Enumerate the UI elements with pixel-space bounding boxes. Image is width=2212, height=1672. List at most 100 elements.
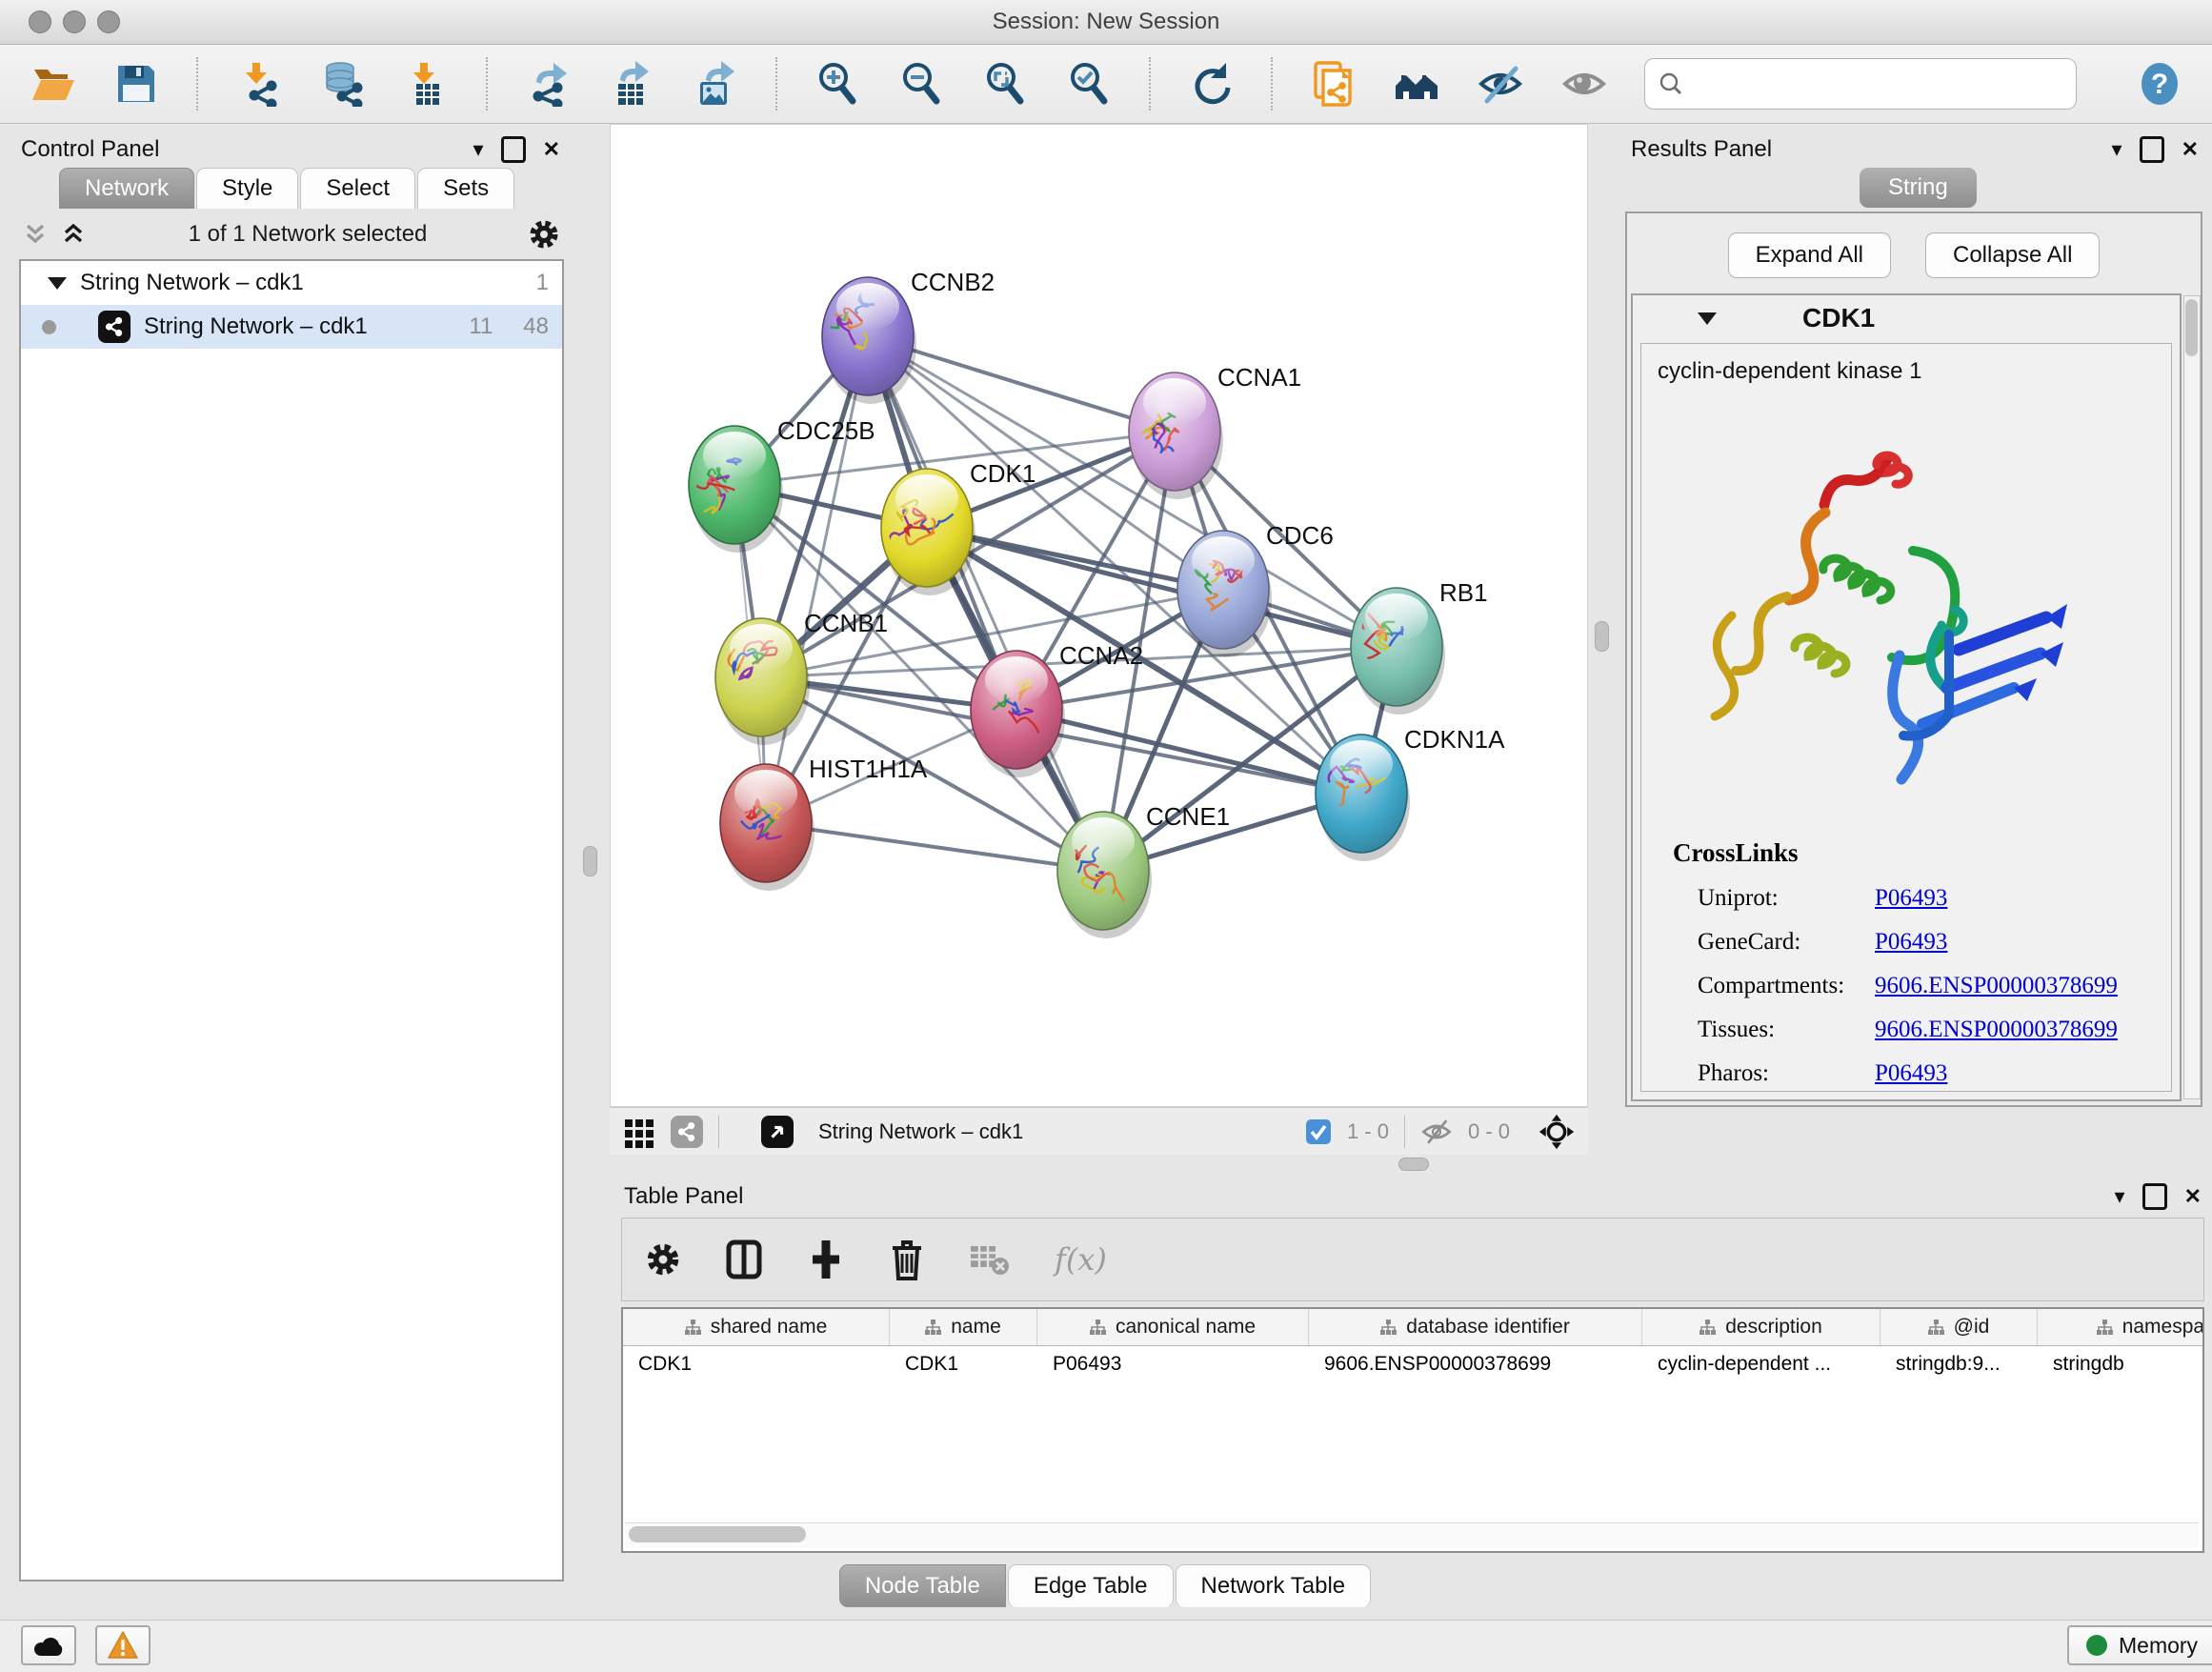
network-node-cdkn1a[interactable]: CDKN1A: [1316, 725, 1505, 861]
open-session-icon[interactable]: [29, 60, 76, 108]
hide-selected-eye-icon[interactable]: [1477, 60, 1524, 108]
table-row[interactable]: CDK1CDK1P064939606.ENSP00000378699cyclin…: [623, 1346, 2202, 1382]
network-node-cdc6[interactable]: CDC6: [1177, 521, 1334, 657]
crosslink-compartments-link[interactable]: 9606.ENSP00000378699: [1875, 973, 2118, 999]
delete-table-icon[interactable]: [969, 1240, 1011, 1279]
clone-network-icon[interactable]: [1309, 60, 1357, 108]
tab-node-table[interactable]: Node Table: [839, 1564, 1006, 1607]
horizontal-splitter-handle[interactable]: [1398, 1158, 1429, 1171]
table-cell[interactable]: CDK1: [890, 1353, 1037, 1376]
function-builder-icon[interactable]: f(x): [1055, 1241, 1107, 1278]
results-scrollbar[interactable]: [2183, 295, 2201, 1099]
network-collection-row[interactable]: String Network – cdk1 1: [21, 261, 562, 305]
tab-network[interactable]: Network: [59, 168, 194, 209]
column-header-sharedname[interactable]: shared name: [623, 1309, 890, 1345]
tab-edge-table[interactable]: Edge Table: [1008, 1564, 1174, 1607]
search-input[interactable]: [1693, 71, 2062, 97]
tab-network-table[interactable]: Network Table: [1176, 1564, 1372, 1607]
table-cell[interactable]: 9606.ENSP00000378699: [1309, 1353, 1642, 1376]
control-panel-float-icon[interactable]: [501, 136, 526, 163]
protein-collapse-icon[interactable]: [1698, 312, 1717, 325]
column-header-namespace[interactable]: namespace: [2038, 1309, 2204, 1345]
export-table-icon[interactable]: [608, 60, 655, 108]
import-network-file-icon[interactable]: [234, 60, 282, 108]
column-header-canonicalname[interactable]: canonical name: [1037, 1309, 1309, 1345]
tab-style[interactable]: Style: [196, 168, 298, 209]
table-cell[interactable]: cyclin-dependent ...: [1642, 1353, 1880, 1376]
network-canvas[interactable]: CCNB2CCNA1CDC25BCDK1CDC6RB1CCNB1CCNA2CDK…: [610, 124, 1588, 1107]
collapse-all-icon[interactable]: [21, 220, 50, 249]
zoom-out-icon[interactable]: [897, 60, 945, 108]
add-column-icon[interactable]: [807, 1239, 845, 1280]
hidden-eye-icon[interactable]: [1420, 1118, 1453, 1146]
control-panel-close-icon[interactable]: ✕: [543, 139, 560, 160]
column-header-name[interactable]: name: [890, 1309, 1037, 1345]
network-node-ccnb1[interactable]: CCNB1: [715, 609, 888, 745]
network-node-ccnb2[interactable]: CCNB2: [822, 268, 995, 404]
table-cell[interactable]: stringdb: [2038, 1353, 2204, 1376]
control-panel-menu-icon[interactable]: ▾: [473, 139, 484, 160]
table-cell[interactable]: CDK1: [623, 1353, 890, 1376]
table-cell[interactable]: P06493: [1037, 1353, 1309, 1376]
results-panel-close-icon[interactable]: ✕: [2182, 139, 2199, 160]
detach-view-icon[interactable]: [761, 1116, 794, 1148]
results-panel-float-icon[interactable]: [2140, 136, 2164, 163]
show-columns-icon[interactable]: [725, 1239, 763, 1280]
protein-section-header[interactable]: CDK1: [1631, 297, 2182, 339]
crosslink-pharos-link[interactable]: P06493: [1875, 1060, 1947, 1087]
zoom-in-icon[interactable]: [814, 60, 861, 108]
expand-all-icon[interactable]: [59, 220, 88, 249]
crosslink-uniprot-link[interactable]: P06493: [1875, 885, 1947, 912]
column-header-description[interactable]: description: [1642, 1309, 1880, 1345]
zoom-fit-icon[interactable]: [981, 60, 1029, 108]
network-node-ccne1[interactable]: CCNE1: [1057, 802, 1230, 938]
node-table[interactable]: shared namenamecanonical namedatabase id…: [621, 1307, 2204, 1553]
import-network-database-icon[interactable]: [318, 60, 366, 108]
network-node-rb1[interactable]: RB1: [1351, 578, 1488, 715]
table-panel-close-icon[interactable]: ✕: [2184, 1186, 2202, 1207]
table-settings-gear-icon[interactable]: [645, 1241, 681, 1278]
network-graph[interactable]: CCNB2CCNA1CDC25BCDK1CDC6RB1CCNB1CCNA2CDK…: [611, 125, 1587, 1106]
search-box[interactable]: [1644, 58, 2077, 110]
save-session-icon[interactable]: [112, 60, 160, 108]
selected-checkbox-icon[interactable]: [1305, 1118, 1332, 1145]
import-table-icon[interactable]: [402, 60, 450, 108]
table-cell[interactable]: stringdb:9...: [1880, 1353, 2038, 1376]
export-network-icon[interactable]: [524, 60, 572, 108]
right-splitter-handle[interactable]: [1595, 621, 1609, 652]
crosslink-genecard-link[interactable]: P06493: [1875, 929, 1947, 956]
tab-select[interactable]: Select: [300, 168, 415, 209]
first-neighbors-icon[interactable]: [1393, 60, 1440, 108]
export-image-icon[interactable]: [692, 60, 739, 108]
column-header-id[interactable]: @id: [1880, 1309, 2038, 1345]
network-node-cdc25b[interactable]: CDC25B: [689, 416, 875, 553]
show-all-eye-icon[interactable]: [1560, 60, 1608, 108]
table-panel-menu-icon[interactable]: ▾: [2115, 1186, 2125, 1207]
tab-sets[interactable]: Sets: [417, 168, 514, 209]
network-options-gear-icon[interactable]: [528, 218, 560, 251]
refresh-icon[interactable]: [1187, 60, 1235, 108]
network-node-ccna2[interactable]: CCNA2: [971, 641, 1143, 777]
table-hscrollbar-thumb[interactable]: [629, 1526, 806, 1542]
crosslink-tissues-link[interactable]: 9606.ENSP00000378699: [1875, 1017, 2118, 1043]
results-panel-menu-icon[interactable]: ▾: [2112, 139, 2122, 160]
left-splitter-handle[interactable]: [583, 846, 597, 876]
help-icon[interactable]: ?: [2136, 60, 2183, 108]
tab-string-results[interactable]: String: [1860, 168, 1977, 208]
memory-button[interactable]: Memory: [2067, 1625, 2212, 1665]
network-node-ccna1[interactable]: CCNA1: [1129, 363, 1301, 499]
grid-view-icon[interactable]: [623, 1116, 655, 1148]
zoom-selected-icon[interactable]: [1065, 60, 1113, 108]
collection-expand-icon[interactable]: [48, 277, 67, 290]
expand-all-button[interactable]: Expand All: [1728, 232, 1891, 278]
table-panel-float-icon[interactable]: [2142, 1183, 2167, 1210]
warnings-button[interactable]: [95, 1625, 151, 1665]
network-node-hist1h1a[interactable]: HIST1H1A: [720, 755, 928, 891]
column-header-databaseidentifier[interactable]: database identifier: [1309, 1309, 1642, 1345]
string-view-icon[interactable]: [671, 1116, 703, 1148]
birdseye-navigator-icon[interactable]: [1538, 1114, 1575, 1150]
collapse-all-button[interactable]: Collapse All: [1925, 232, 2100, 278]
table-hscrollbar[interactable]: [625, 1522, 2199, 1548]
cloud-button[interactable]: [21, 1625, 76, 1665]
results-scrollbar-thumb[interactable]: [2185, 299, 2198, 356]
